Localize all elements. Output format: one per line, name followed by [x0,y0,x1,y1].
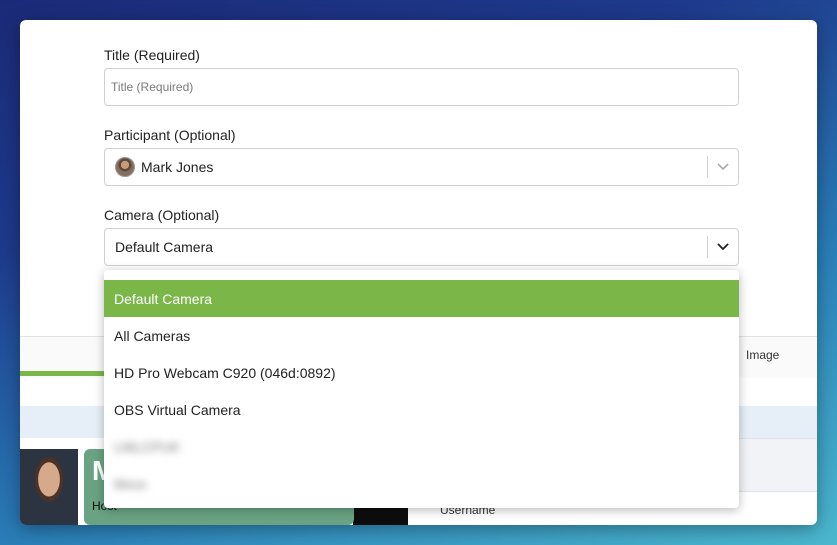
title-input[interactable] [104,68,739,106]
title-label: Title (Required) [104,47,200,63]
active-tab-indicator [20,371,110,376]
camera-dropdown-menu: Default Camera All Cameras HD Pro Webcam… [104,270,739,508]
participant-value: Mark Jones [141,159,214,175]
tab-image[interactable]: Image [746,348,779,362]
camera-option-obs-virtual[interactable]: OBS Virtual Camera [104,391,739,428]
participant-label: Participant (Optional) [104,127,236,143]
camera-option-all[interactable]: All Cameras [104,317,739,354]
participant-select[interactable]: Mark Jones [104,148,739,186]
create-clip-dialog: Image M Host Username Title (Required) P… [20,20,817,525]
participant-avatar [115,157,135,177]
camera-option-redacted-1[interactable]: LMLCPUK [104,428,739,465]
chevron-down-icon[interactable] [708,149,738,185]
participant-photo [20,449,78,525]
camera-option-default[interactable]: Default Camera [104,280,739,317]
camera-label: Camera (Optional) [104,207,220,223]
camera-select[interactable]: Default Camera [104,228,739,266]
camera-option-redacted-2[interactable]: Mxxx [104,465,739,502]
camera-value: Default Camera [115,239,214,255]
chevron-down-icon[interactable] [708,229,738,265]
camera-option-hd-pro-webcam[interactable]: HD Pro Webcam C920 (046d:0892) [104,354,739,391]
